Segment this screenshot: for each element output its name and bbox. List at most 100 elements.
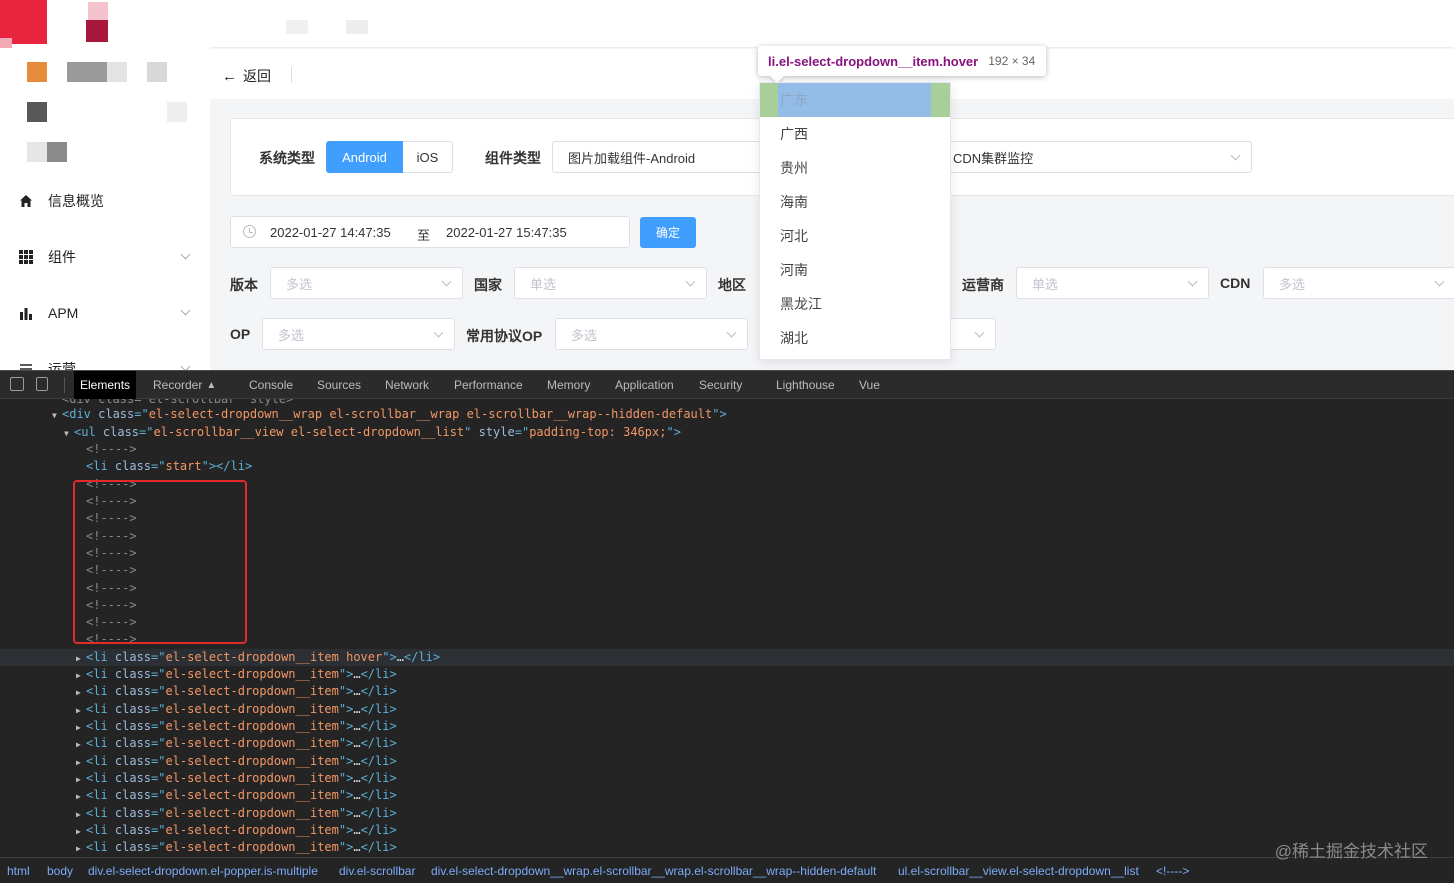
code-token: class — [102, 425, 140, 439]
dropdown-option[interactable]: 河南 — [760, 253, 950, 287]
code-token: "> — [338, 667, 354, 681]
chevron-down-icon — [180, 249, 191, 260]
expand-triangle-icon[interactable]: ▶ — [76, 788, 86, 805]
dom-tree-line[interactable]: ▼ <div class="el-select-dropdown__wrap el… — [0, 406, 1454, 423]
breadcrumb-item[interactable]: body — [47, 864, 73, 878]
dom-tree-line[interactable]: ▼ <ul class="el-scrollbar__view el-select… — [0, 424, 1454, 441]
dom-tree-line[interactable]: ▶ <li class="el-select-dropdown__item">…<… — [0, 718, 1454, 735]
flask-icon: ▲ — [206, 379, 217, 391]
back-button[interactable]: ← 返回 — [222, 66, 271, 86]
sliders-icon — [18, 361, 34, 370]
tab-elements[interactable]: Elements — [74, 371, 137, 399]
code-token: </li> — [360, 719, 397, 733]
common-op-select[interactable]: 多选 — [555, 318, 748, 350]
sidebar-item-components[interactable]: 组件 — [18, 243, 193, 271]
confirm-button[interactable]: 确定 — [640, 217, 696, 248]
expand-triangle-icon[interactable]: ▶ — [76, 684, 86, 701]
app-root: 信息概览 组件 APM 运营 ← 返回 系统类型 Android iOS 组件类… — [0, 0, 1454, 883]
expand-triangle-icon[interactable]: ▶ — [76, 650, 86, 667]
tab-performance[interactable]: Performance — [448, 371, 529, 399]
expand-triangle-icon[interactable]: ▶ — [76, 667, 86, 684]
code-token: el-select-dropdown__item — [165, 840, 339, 854]
code-token: el-scrollbar__view el-select-dropdown__l… — [153, 425, 465, 439]
date-end: 2022-01-27 15:47:35 — [446, 225, 567, 240]
expand-triangle-icon[interactable]: ▶ — [76, 719, 86, 736]
breadcrumb-item[interactable]: html — [7, 864, 30, 878]
expand-triangle-icon[interactable]: ▶ — [76, 754, 86, 771]
tab-sources[interactable]: Sources — [311, 371, 367, 399]
carrier-select[interactable]: 单选 — [1016, 267, 1209, 299]
chevron-down-icon — [1230, 150, 1241, 161]
code-token: =" — [151, 754, 166, 768]
breadcrumb-item[interactable]: <!----> — [1156, 864, 1189, 878]
tab-security[interactable]: Security — [693, 371, 748, 399]
tab-application[interactable]: Application — [609, 371, 680, 399]
dom-tree-line[interactable]: ▶ <li class="el-select-dropdown__item">…<… — [0, 735, 1454, 752]
system-type-label: 系统类型 — [259, 150, 315, 166]
dropdown-option[interactable]: 黑龙江 — [760, 287, 950, 321]
system-android-button[interactable]: Android — [326, 141, 403, 173]
highlight-box — [73, 480, 247, 644]
tab-vue[interactable]: Vue — [853, 371, 886, 399]
dom-tree-line[interactable]: ▶ <li class="el-select-dropdown__item">…<… — [0, 666, 1454, 683]
code-token: " — [464, 425, 479, 439]
date-start: 2022-01-27 14:47:35 — [270, 225, 391, 240]
cdn-select[interactable]: 多选 — [1263, 267, 1454, 299]
breadcrumb-item[interactable]: div.el-scrollbar — [339, 864, 415, 878]
dom-tree-line[interactable]: <!----> — [0, 441, 1454, 458]
monitor-select[interactable]: CDN集群监控 — [935, 141, 1252, 173]
collapse-triangle-icon[interactable]: ▼ — [64, 425, 74, 442]
country-select[interactable]: 单选 — [514, 267, 707, 299]
component-type-select[interactable]: 图片加载组件-Android — [552, 141, 767, 173]
tab-recorder[interactable]: Recorder ▲ — [147, 371, 222, 399]
expand-triangle-icon[interactable]: ▶ — [76, 823, 86, 840]
code-token: el-select-dropdown__item — [165, 702, 339, 716]
tab-memory[interactable]: Memory — [541, 371, 596, 399]
expand-triangle-icon[interactable]: ▶ — [76, 771, 86, 788]
tab-network[interactable]: Network — [379, 371, 435, 399]
dropdown-option-hover[interactable]: 广东 — [760, 83, 950, 117]
sidebar-item-overview[interactable]: 信息概览 — [18, 187, 193, 215]
avatar-blur — [47, 142, 67, 162]
code-token: class — [114, 788, 152, 802]
sidebar-item-operations[interactable]: 运营 — [18, 355, 193, 370]
tab-lighthouse[interactable]: Lighthouse — [770, 371, 841, 399]
dom-tree-line[interactable]: ▶ <li class="el-select-dropdown__item">…<… — [0, 753, 1454, 770]
dom-tree-line[interactable]: ▶ <li class="el-select-dropdown__item">…<… — [0, 787, 1454, 804]
tab-console[interactable]: Console — [243, 371, 299, 399]
dom-tree-line[interactable]: <li class="start"></li> — [0, 458, 1454, 475]
code-token: =" — [151, 667, 166, 681]
dom-tree-line[interactable]: ▶ <li class="el-select-dropdown__item">…<… — [0, 839, 1454, 856]
expand-triangle-icon[interactable]: ▶ — [76, 736, 86, 753]
dom-tree-line[interactable]: ▶ <li class="el-select-dropdown__item">…<… — [0, 822, 1454, 839]
code-token: … — [353, 667, 361, 681]
dom-tree-line[interactable]: ▶ <li class="el-select-dropdown__item">…<… — [0, 770, 1454, 787]
dropdown-option[interactable]: 湖北 — [760, 321, 950, 355]
date-range-picker[interactable]: 2022-01-27 14:47:35 至 2022-01-27 15:47:3… — [230, 216, 630, 248]
code-token: … — [353, 788, 361, 802]
sidebar-item-apm[interactable]: APM — [18, 299, 193, 327]
code-token: class — [114, 667, 152, 681]
expand-triangle-icon[interactable]: ▶ — [76, 840, 86, 857]
avatar-blur — [147, 62, 167, 82]
dropdown-option[interactable]: 河北 — [760, 219, 950, 253]
op-select[interactable]: 多选 — [262, 318, 455, 350]
dom-tree-line[interactable]: ▶ <li class="el-select-dropdown__item hov… — [0, 649, 1454, 666]
expand-triangle-icon[interactable]: ▶ — [76, 806, 86, 823]
code-token: el-select-dropdown__item — [165, 736, 339, 750]
breadcrumb-item[interactable]: div.el-select-dropdown__wrap.el-scrollba… — [431, 864, 876, 878]
dom-tree-line[interactable]: ▶ <li class="el-select-dropdown__item">…<… — [0, 701, 1454, 718]
breadcrumb-item[interactable]: div.el-select-dropdown.el-popper.is-mult… — [88, 864, 318, 878]
breadcrumb-item[interactable]: ul.el-scrollbar__view.el-select-dropdown… — [898, 864, 1139, 878]
system-ios-button[interactable]: iOS — [403, 141, 453, 173]
version-select[interactable]: 多选 — [270, 267, 463, 299]
expand-triangle-icon[interactable]: ▶ — [76, 702, 86, 719]
inspect-element-icon[interactable] — [10, 377, 24, 391]
collapse-triangle-icon[interactable]: ▼ — [52, 407, 62, 424]
dom-tree-line[interactable]: ▶ <li class="el-select-dropdown__item">…<… — [0, 805, 1454, 822]
device-toggle-icon[interactable] — [36, 377, 48, 391]
dropdown-option[interactable]: 海南 — [760, 185, 950, 219]
dropdown-option[interactable]: 广西 — [760, 117, 950, 151]
dropdown-option[interactable]: 贵州 — [760, 151, 950, 185]
dom-tree-line[interactable]: ▶ <li class="el-select-dropdown__item">…<… — [0, 683, 1454, 700]
